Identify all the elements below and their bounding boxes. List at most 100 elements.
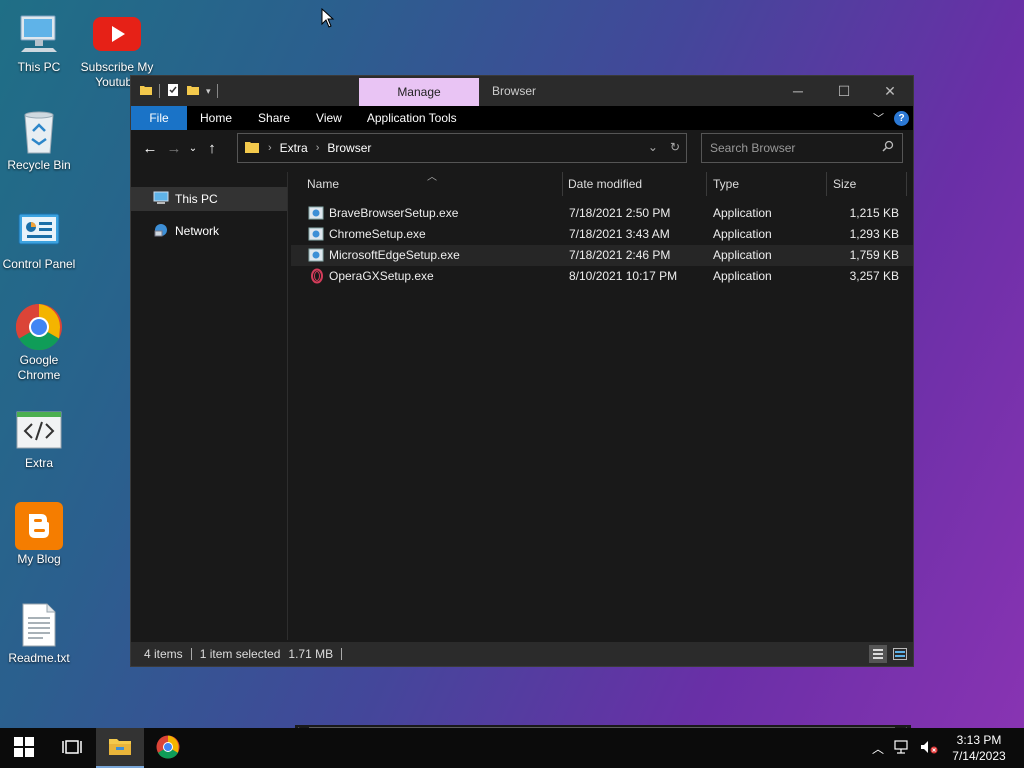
desktop-icon-chrome[interactable]: Google Chrome: [0, 303, 78, 383]
ribbon-tabs: File Home Share View Application Tools ﹀…: [131, 106, 913, 130]
recent-locations-button[interactable]: ⌄: [186, 136, 200, 160]
windows-logo-icon: [14, 736, 34, 760]
file-type: Application: [713, 248, 772, 262]
recycle-bin-icon: [15, 108, 63, 156]
desktop-icon-label: Readme.txt: [8, 651, 70, 665]
file-list-pane: ︿ Name Date modified Type Size BraveBrow…: [291, 172, 913, 739]
desktop-icon-control-panel[interactable]: Control Panel: [0, 207, 78, 272]
column-header-name[interactable]: Name: [301, 172, 563, 196]
desktop-icon-blog[interactable]: My Blog: [0, 502, 78, 567]
desktop-icon-label: Extra: [24, 456, 53, 470]
column-headers: ︿ Name Date modified Type Size: [291, 172, 913, 196]
taskbar: ︿ 3:13 PM 7/14/2023: [0, 728, 1024, 768]
column-header-size[interactable]: Size: [827, 172, 907, 196]
address-bar[interactable]: › Extra › Browser ⌄ ↻: [237, 133, 687, 163]
folder-icon: [139, 83, 153, 100]
file-size: 1,293 KB: [849, 227, 899, 241]
file-name: OperaGXSetup.exe: [329, 269, 434, 283]
file-type: Application: [713, 269, 772, 283]
tab-share[interactable]: Share: [245, 106, 303, 130]
this-pc-icon: [15, 10, 63, 58]
file-type: Application: [713, 227, 772, 241]
taskbar-chrome[interactable]: [144, 728, 192, 768]
desktop-icon-label: Google Chrome: [17, 353, 61, 382]
file-type: Application: [713, 206, 772, 220]
minimize-button[interactable]: ─: [775, 76, 821, 106]
desktop-icon-label: My Blog: [17, 552, 61, 566]
desktop-icon-this-pc[interactable]: This PC: [0, 10, 78, 75]
window-title: Browser: [492, 84, 537, 98]
file-size: 1,759 KB: [849, 248, 899, 262]
tab-home[interactable]: Home: [187, 106, 245, 130]
refresh-icon[interactable]: ↻: [670, 140, 680, 154]
breadcrumb-separator-icon: ›: [315, 142, 320, 154]
navigation-pane: This PC Network: [131, 172, 288, 640]
show-hidden-icons-icon[interactable]: ︿: [872, 740, 884, 757]
back-button[interactable]: ←: [138, 136, 162, 160]
network-icon: [153, 223, 169, 240]
table-row[interactable]: OperaGXSetup.exe 8/10/2021 10:17 PM Appl…: [291, 266, 913, 287]
file-date: 7/18/2021 2:50 PM: [569, 206, 671, 220]
desktop-icon-extra[interactable]: Extra: [0, 406, 78, 471]
expand-ribbon-icon[interactable]: ﹀: [873, 110, 884, 126]
file-name: MicrosoftEdgeSetup.exe: [329, 248, 460, 262]
table-row[interactable]: ChromeSetup.exe 7/18/2021 3:43 AM Applic…: [291, 224, 913, 245]
search-placeholder: Search Browser: [710, 141, 796, 155]
maximize-button[interactable]: ☐: [821, 76, 867, 106]
clock[interactable]: 3:13 PM 7/14/2023: [948, 732, 1010, 764]
table-row-selected[interactable]: MicrosoftEdgeSetup.exe 7/18/2021 2:46 PM…: [291, 245, 913, 266]
desktop-icon-recycle-bin[interactable]: Recycle Bin: [0, 108, 78, 173]
details-view-icon[interactable]: [869, 645, 887, 663]
file-explorer-window: ▾ Manage Browser ─ ☐ ✕ File Home Share V…: [130, 75, 914, 739]
file-date: 7/18/2021 3:43 AM: [569, 227, 670, 241]
address-dropdown-icon[interactable]: ⌄: [648, 140, 658, 154]
control-panel-icon: [15, 207, 63, 255]
sidebar-item-network[interactable]: Network: [131, 219, 287, 243]
blogger-icon: [15, 502, 63, 550]
title-bar[interactable]: ▾ Manage Browser ─ ☐ ✕: [131, 76, 913, 106]
file-size: 1,215 KB: [849, 206, 899, 220]
network-status-icon[interactable]: [894, 739, 910, 757]
breadcrumb-browser[interactable]: Browser: [327, 141, 371, 155]
properties-icon[interactable]: [166, 83, 180, 100]
search-input[interactable]: Search Browser: [701, 133, 903, 163]
clock-date: 7/14/2023: [952, 749, 1006, 763]
search-icon: [882, 140, 894, 155]
desktop-icon-label: Control Panel: [2, 257, 76, 271]
breadcrumb-extra[interactable]: Extra: [280, 141, 308, 155]
new-folder-icon[interactable]: [186, 83, 200, 100]
volume-muted-icon[interactable]: [920, 740, 938, 757]
tab-view[interactable]: View: [303, 106, 355, 130]
file-name: BraveBrowserSetup.exe: [329, 206, 459, 220]
sidebar-item-this-pc[interactable]: This PC: [131, 187, 287, 211]
start-button[interactable]: [0, 728, 48, 768]
tab-manage[interactable]: Manage: [359, 78, 479, 106]
code-folder-icon: [15, 406, 63, 454]
folder-icon: [244, 139, 260, 158]
mouse-cursor-icon: [321, 7, 335, 31]
up-button[interactable]: ↑: [200, 136, 224, 160]
large-icons-view-icon[interactable]: [891, 645, 909, 663]
task-view-button[interactable]: [48, 728, 96, 768]
installer-icon: [308, 205, 324, 221]
opera-gx-icon: [308, 268, 324, 284]
this-pc-icon: [153, 191, 169, 208]
status-item-count: 4 items: [144, 647, 183, 661]
chrome-icon: [156, 735, 180, 762]
chrome-icon: [15, 303, 63, 351]
column-header-type[interactable]: Type: [707, 172, 827, 196]
help-icon[interactable]: ?: [894, 110, 909, 126]
youtube-icon: [93, 10, 141, 58]
taskbar-file-explorer[interactable]: [96, 728, 144, 768]
column-header-date[interactable]: Date modified: [562, 172, 707, 196]
forward-button[interactable]: →: [162, 136, 186, 160]
close-button[interactable]: ✕: [867, 76, 913, 106]
clock-time: 3:13 PM: [956, 733, 1002, 747]
file-size: 3,257 KB: [849, 269, 899, 283]
customize-qat-icon[interactable]: ▾: [206, 86, 211, 97]
table-row[interactable]: BraveBrowserSetup.exe 7/18/2021 2:50 PM …: [291, 203, 913, 224]
desktop-icon-readme[interactable]: Readme.txt: [0, 601, 78, 666]
tab-file[interactable]: File: [131, 106, 187, 130]
tab-application-tools[interactable]: Application Tools: [355, 106, 469, 130]
quick-access-toolbar: ▾: [131, 83, 218, 100]
